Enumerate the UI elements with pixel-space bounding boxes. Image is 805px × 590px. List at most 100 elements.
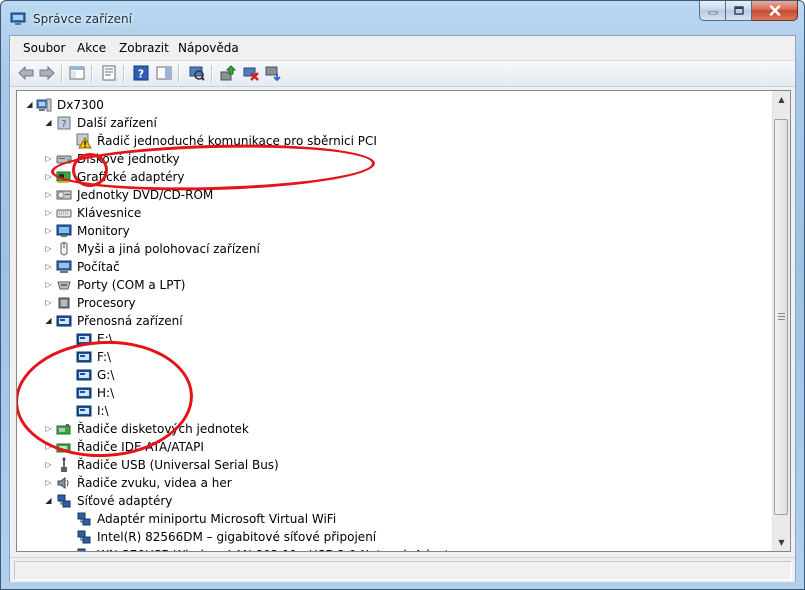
tree-item[interactable]: Adaptér miniportu Microsoft Virtual WiFi <box>17 510 767 528</box>
expand-arrow-icon[interactable]: ▷ <box>44 420 53 438</box>
expand-arrow-icon[interactable]: ▷ <box>44 258 53 276</box>
properties-button[interactable] <box>100 64 118 82</box>
scroll-thumb[interactable] <box>774 119 788 515</box>
tree-item[interactable]: Řadič jednoduché komunikace pro sběrnici… <box>17 132 767 150</box>
tree-item[interactable]: ▷ Řadiče USB (Universal Serial Bus) <box>17 456 767 474</box>
tree-item-label: Řadič jednoduché komunikace pro sběrnici… <box>97 134 377 148</box>
expand-arrow-icon[interactable]: ▷ <box>44 222 53 240</box>
scroll-down-icon: ▼ <box>778 538 785 547</box>
tree-item-label: Řadiče USB (Universal Serial Bus) <box>77 458 279 472</box>
help-button[interactable]: ? <box>132 64 150 82</box>
minimize-button[interactable] <box>699 1 726 21</box>
tree-item[interactable]: E:\ <box>17 330 767 348</box>
console-tree-button[interactable] <box>68 64 86 82</box>
computer-icon <box>36 98 52 112</box>
expand-arrow-icon[interactable]: ▷ <box>44 474 53 492</box>
scroll-grip <box>778 319 785 320</box>
port-icon <box>57 281 71 290</box>
toolbar-separator <box>91 65 93 82</box>
tree-item[interactable]: ◢ Přenosná zařízení <box>17 312 767 330</box>
uninstall-device-button[interactable] <box>264 64 282 82</box>
tree-item[interactable]: H:\ <box>17 384 767 402</box>
status-bar <box>10 557 795 582</box>
expand-arrow-icon[interactable]: ▷ <box>44 456 53 474</box>
menu-zobrazit[interactable]: Zobrazit <box>119 41 169 55</box>
scroll-up-button[interactable]: ▲ <box>773 91 790 108</box>
expand-arrow-icon[interactable]: ▷ <box>44 438 53 456</box>
tree-item[interactable]: ▷ Jednotky DVD/CD-ROM <box>17 186 767 204</box>
tree-item[interactable]: ◢? Další zařízení <box>17 114 767 132</box>
tree-item[interactable]: ▷ Řadiče IDE ATA/ATAPI <box>17 438 767 456</box>
title-bar[interactable]: Správce zařízení <box>1 1 804 35</box>
tree-item-label: H:\ <box>97 386 115 400</box>
tree-item[interactable]: ▷ Myši a jiná polohovací zařízení <box>17 240 767 258</box>
scan-hardware-button[interactable] <box>188 64 206 82</box>
device-tree[interactable]: ◢ Dx7300 ◢? Další zařízení Řadič jednoduché … <box>16 90 791 552</box>
portable-device-icon <box>76 387 92 399</box>
portable-device-icon <box>76 405 92 417</box>
close-icon <box>769 5 780 16</box>
tree-item[interactable]: ▷ Porty (COM a LPT) <box>17 276 767 294</box>
warning-device-icon <box>76 133 92 149</box>
tree-item[interactable]: ▷ Monitory <box>17 222 767 240</box>
tree-item[interactable]: G:\ <box>17 366 767 384</box>
processor-icon <box>58 297 70 309</box>
menu-akce[interactable]: Akce <box>77 41 106 55</box>
vertical-scrollbar[interactable]: ▲ ▼ <box>772 91 790 551</box>
tree-item[interactable]: ▷ Klávesnice <box>17 204 767 222</box>
update-driver-icon <box>220 65 236 81</box>
back-button[interactable] <box>17 64 35 82</box>
tree-item[interactable]: ▷ Počítač <box>17 258 767 276</box>
expand-arrow-icon[interactable]: ▷ <box>44 168 53 186</box>
portable-device-icon <box>56 315 72 327</box>
keyboard-icon <box>56 209 72 218</box>
expand-arrow-icon[interactable]: ▷ <box>44 294 53 312</box>
tree-item[interactable]: I:\ <box>17 402 767 420</box>
tree-item[interactable]: ▷ Diskové jednotky <box>17 150 767 168</box>
uninstall-device-icon <box>265 66 281 81</box>
collapse-arrow-icon[interactable]: ◢ <box>44 312 53 330</box>
display-adapter-icon <box>56 171 71 183</box>
tree-item[interactable]: F:\ <box>17 348 767 366</box>
unknown-device-icon: ? <box>57 116 71 130</box>
tree-item-label: Diskové jednotky <box>77 152 180 166</box>
update-driver-button[interactable] <box>219 64 237 82</box>
maximize-button[interactable] <box>726 1 752 21</box>
status-panel <box>14 561 792 580</box>
expand-arrow-icon[interactable]: ▷ <box>44 186 53 204</box>
tree-item-label: Monitory <box>77 224 130 238</box>
view-button[interactable] <box>155 64 173 82</box>
monitor-icon <box>56 224 72 237</box>
tree-item-label: F:\ <box>97 350 112 364</box>
toolbar-separator <box>123 65 125 82</box>
tree-item[interactable]: Intel(R) 82566DM – gigabitové síťové při… <box>17 528 767 546</box>
tree-item[interactable]: ▷ Řadiče disketových jednotek <box>17 420 767 438</box>
tree-item[interactable]: ◢ Dx7300 <box>17 96 767 114</box>
tree-item-label: Síťové adaptéry <box>77 494 173 508</box>
disable-device-button[interactable] <box>242 64 260 82</box>
expand-arrow-icon[interactable]: ▷ <box>44 204 53 222</box>
tree-item[interactable]: ▷ Grafické adaptéry <box>17 168 767 186</box>
expand-arrow-icon[interactable]: ▷ <box>44 276 53 294</box>
svg-text:?: ? <box>138 68 144 81</box>
scroll-up-icon: ▲ <box>778 95 785 104</box>
scroll-down-button[interactable]: ▼ <box>773 534 790 551</box>
expand-arrow-icon[interactable]: ▷ <box>44 240 53 258</box>
tree-item[interactable]: ▷ Procesory <box>17 294 767 312</box>
tree-item-label: I:\ <box>97 404 109 418</box>
menu-soubor[interactable]: Soubor <box>23 41 65 55</box>
collapse-arrow-icon[interactable]: ◢ <box>44 492 53 510</box>
tree-item[interactable]: WN-370USB Wireless LAN 802.11n USB 2.0 N… <box>17 546 767 551</box>
tree-item[interactable]: ▷ Řadiče zvuku, videa a her <box>17 474 767 492</box>
menu-napoveda[interactable]: Nápověda <box>178 41 239 55</box>
close-button[interactable] <box>752 1 798 21</box>
forward-button[interactable] <box>38 64 56 82</box>
tree-item[interactable]: ◢ Síťové adaptéry <box>17 492 767 510</box>
collapse-arrow-icon[interactable]: ◢ <box>25 96 34 114</box>
dvd-drive-icon <box>56 190 72 200</box>
floppy-controller-icon <box>56 424 71 435</box>
collapse-arrow-icon[interactable]: ◢ <box>44 114 53 132</box>
toolbar-separator <box>211 65 213 82</box>
portable-device-icon <box>76 351 92 363</box>
expand-arrow-icon[interactable]: ▷ <box>44 150 53 168</box>
